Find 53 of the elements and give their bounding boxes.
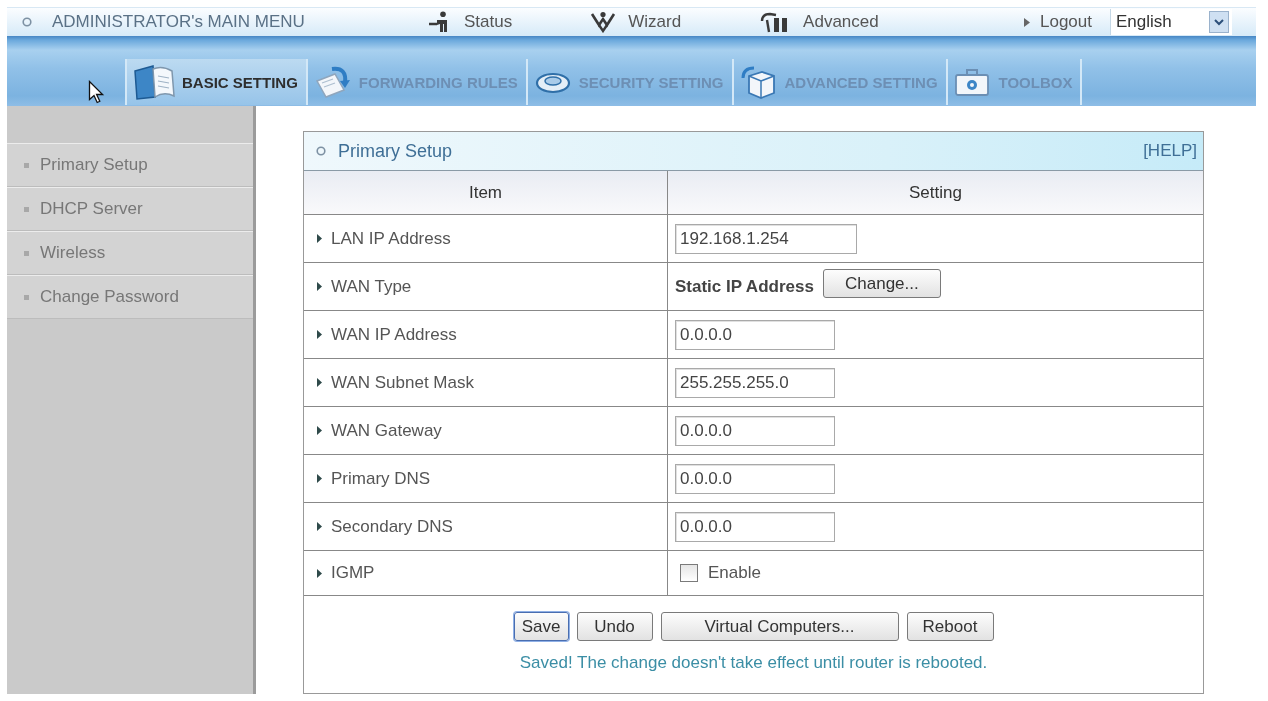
- input-field[interactable]: 255.255.255.0: [675, 367, 835, 398]
- bullet-icon: [24, 162, 29, 168]
- figure-icon: [590, 11, 617, 33]
- bullet-icon: [24, 206, 29, 212]
- input-field[interactable]: 0.0.0.0: [675, 511, 835, 542]
- setting-value: Static IP Address: [675, 276, 814, 297]
- triangle-icon: [317, 234, 322, 243]
- column-header: Setting: [668, 171, 1203, 215]
- triangle-icon: [317, 378, 322, 387]
- checkbox[interactable]: [680, 564, 698, 582]
- change-button[interactable]: Change...: [822, 269, 941, 298]
- row-label: LAN IP Address: [331, 228, 451, 249]
- row-label: WAN Type: [331, 276, 412, 297]
- row-label: WAN IP Address: [331, 324, 457, 345]
- checkbox-label: Enable: [708, 563, 761, 583]
- menu-link[interactable]: Wizard: [590, 11, 682, 33]
- cursor-icon: [88, 80, 106, 104]
- column-header: Item: [304, 171, 668, 215]
- row-label: IGMP: [331, 563, 375, 583]
- triangle-icon: [317, 522, 322, 531]
- row-label: Secondary DNS: [331, 516, 453, 537]
- input-field[interactable]: 0.0.0.0: [675, 415, 835, 446]
- triangle-icon: [317, 282, 322, 291]
- menu-title: ADMINISTRATOR's MAIN MENU: [52, 12, 305, 32]
- input-field[interactable]: 0.0.0.0: [675, 319, 835, 350]
- action-button[interactable]: Virtual Computers...: [660, 612, 899, 641]
- triangle-icon: [317, 426, 322, 435]
- triangle-icon: [317, 330, 322, 339]
- language-select[interactable]: English: [1111, 9, 1232, 35]
- tab[interactable]: BASIC SETTING: [125, 59, 306, 105]
- row-label: WAN Gateway: [331, 420, 442, 441]
- ring-icon: [316, 146, 326, 156]
- logout-link[interactable]: Logout: [1024, 12, 1092, 32]
- triangle-icon: [1024, 17, 1030, 27]
- action-button[interactable]: Save: [513, 612, 569, 641]
- row-label: WAN Subnet Mask: [331, 372, 474, 393]
- bullet-icon: [24, 250, 29, 256]
- input-field[interactable]: 0.0.0.0: [675, 463, 835, 494]
- triangle-icon: [317, 474, 322, 483]
- ring-icon: [22, 17, 32, 27]
- menu-link[interactable]: Status: [428, 11, 513, 33]
- help-link[interactable]: [HELP]: [1143, 141, 1197, 161]
- caret-icon: [1209, 11, 1229, 33]
- action-button[interactable]: Undo: [576, 612, 653, 641]
- triangle-icon: [317, 568, 322, 578]
- row-label: Primary DNS: [331, 468, 431, 489]
- folder-icon: [132, 63, 176, 101]
- input-field[interactable]: 192.168.1.254: [675, 223, 857, 254]
- status-message: Saved! The change doesn't take effect until router is rebooted.: [519, 653, 988, 673]
- menu-link[interactable]: Advanced: [759, 11, 879, 33]
- bullet-icon: [24, 294, 29, 300]
- panel-title: Primary Setup: [338, 140, 453, 162]
- action-button[interactable]: Reboot: [906, 612, 994, 641]
